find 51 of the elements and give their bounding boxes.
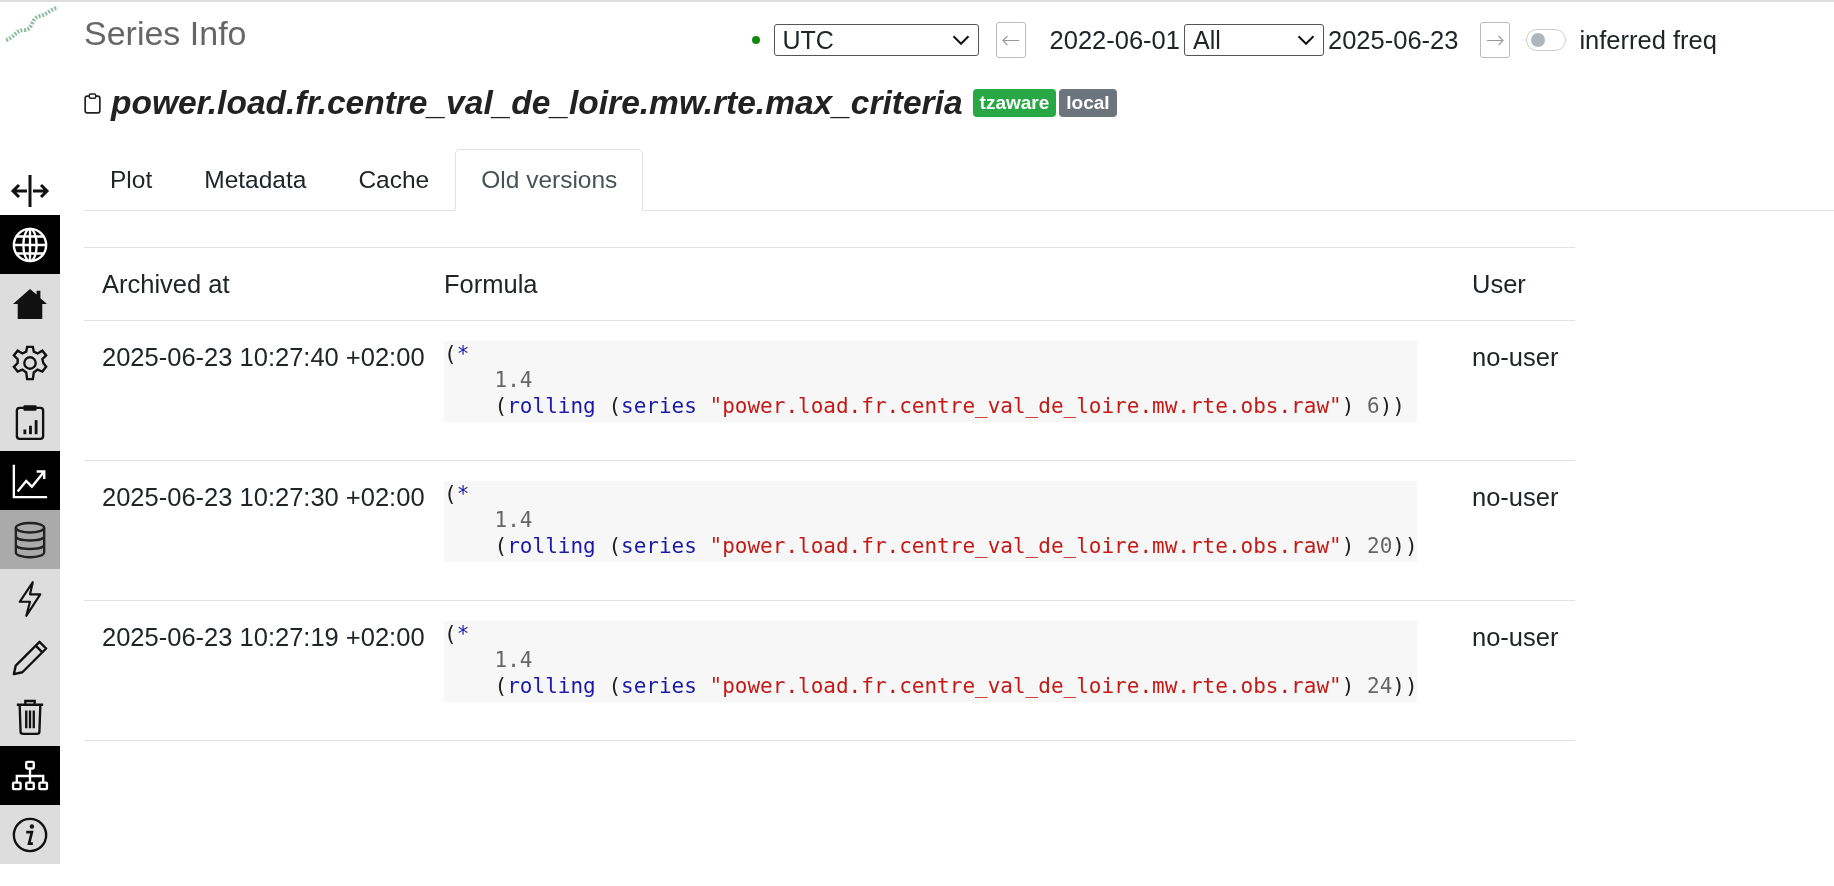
sidebar-home-button[interactable]: [0, 274, 60, 333]
from-date: 2022-06-01: [1049, 25, 1180, 55]
table-cell-text: 2025-06-23 10:27:19 +02:00: [101, 622, 426, 652]
expand-arrows-icon: [10, 174, 50, 208]
toggle-switch[interactable]: [1526, 29, 1567, 51]
lightning-bolt-icon: [16, 579, 44, 618]
column-header: Archived at: [101, 269, 231, 299]
clipboard-icon[interactable]: [84, 92, 101, 114]
sidebar-chart-button[interactable]: [0, 451, 60, 510]
series-name: power.load.fr.centre_val_de_loire.mw.rte.max_criteria: [111, 84, 963, 122]
tab[interactable]: Plot: [84, 149, 179, 211]
sidebar-database-button[interactable]: [0, 510, 60, 569]
table-cell-text: 2025-06-23 10:27:40 +02:00: [101, 342, 426, 372]
tag: local: [1059, 89, 1117, 117]
tab[interactable]: Metadata: [178, 149, 333, 211]
sidebar-clipboard-button[interactable]: [0, 392, 60, 451]
sidebar-globe-button[interactable]: [0, 215, 60, 274]
range-select[interactable]: All: [1184, 24, 1324, 56]
right-arrow-icon: [1486, 34, 1505, 46]
table-cell-text: no-user: [1471, 622, 1559, 652]
timezone-select[interactable]: UTC: [773, 24, 979, 56]
home-icon: [11, 286, 49, 321]
sidebar-info-button[interactable]: [0, 805, 60, 864]
trash-icon: [14, 697, 46, 736]
database-icon: [13, 520, 47, 559]
tag: tzaware: [972, 89, 1057, 117]
table-cell-text: 2025-06-23 10:27:30 +02:00: [101, 482, 426, 512]
formula-code: (* 1.4 (rolling (series "power.load.fr.centre_val_de_loire.mw.rte.obs.raw") 20)): [444, 481, 1417, 562]
table-cell-text: no-user: [1471, 482, 1559, 512]
chevron-down-icon: [1297, 35, 1315, 45]
formula-code: (* 1.4 (rolling (series "power.load.fr.centre_val_de_loire.mw.rte.obs.raw") 24)): [444, 621, 1417, 702]
pencil-icon: [11, 638, 49, 677]
tab[interactable]: Cache: [332, 149, 456, 211]
page-title: Series Info: [84, 13, 247, 53]
left-arrow-icon: [1001, 34, 1020, 46]
tab[interactable]: Old versions: [455, 149, 644, 211]
column-header: Formula: [444, 269, 539, 299]
clipboard-chart-icon: [15, 402, 45, 441]
sidebar-trash-button[interactable]: [0, 687, 60, 746]
to-date: 2025-06-23: [1328, 25, 1459, 55]
toggle-label: inferred freq: [1579, 25, 1717, 55]
info-icon: [11, 815, 49, 854]
sidebar-bolt-button[interactable]: [0, 569, 60, 628]
table-cell-text: no-user: [1471, 342, 1559, 372]
globe-icon: [11, 225, 49, 264]
gear-icon: [11, 343, 49, 382]
chevron-down-icon: [951, 35, 970, 45]
sitemap-icon: [11, 759, 49, 792]
sidebar-sitemap-button[interactable]: [0, 746, 60, 805]
formula-code: (* 1.4 (rolling (series "power.load.fr.centre_val_de_loire.mw.rte.obs.raw") 6)): [444, 341, 1417, 422]
column-header: User: [1471, 269, 1526, 299]
